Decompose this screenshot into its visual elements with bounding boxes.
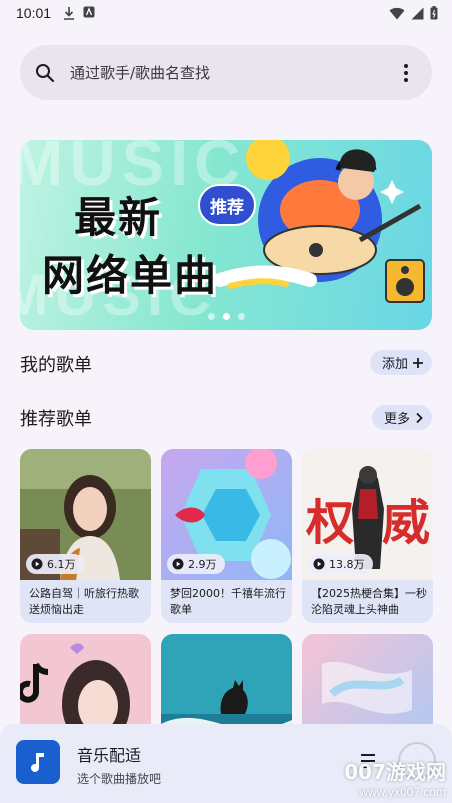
mini-player[interactable]: 音乐配适 选个歌曲播放吧 007游戏网 www.yx007.com: [0, 724, 452, 803]
play-circle-icon: [313, 558, 325, 570]
player-title: 音乐配适: [77, 746, 142, 765]
status-time: 10:01: [16, 5, 52, 21]
play-count-badge: 2.9万: [167, 554, 225, 574]
svg-text:威: 威: [382, 495, 430, 551]
recommended-title: 推荐歌单: [20, 409, 92, 430]
play-circle-icon: [31, 558, 43, 570]
my-playlists-title: 我的歌单: [20, 355, 92, 376]
banner-pager: [20, 313, 432, 320]
site-watermark: 007游戏网 www.yx007.com: [344, 756, 446, 799]
play-count: 13.8万: [329, 558, 365, 571]
battery-icon: [430, 6, 438, 20]
app-notification-icon: [83, 6, 95, 18]
playlist-cover: [302, 634, 433, 734]
player-artwork: [16, 740, 60, 784]
plus-icon: [413, 357, 423, 368]
playlist-card[interactable]: 6.1万 公路自驾｜听旅行热歌送烦恼出走: [20, 449, 151, 623]
wifi-icon: [389, 7, 405, 19]
download-icon: [64, 7, 75, 20]
playlist-card[interactable]: [161, 634, 292, 734]
playlist-card[interactable]: [20, 634, 151, 734]
more-button-label: 更多: [383, 412, 410, 427]
playlist-caption: 公路自驾｜听旅行热歌送烦恼出走: [29, 587, 139, 616]
playlist-card[interactable]: 2.9万 梦回2000！千禧年流行歌单: [161, 449, 292, 623]
banner-title-line2: 网络单曲: [42, 251, 219, 300]
site-watermark-url: www.yx007.com: [359, 785, 446, 799]
search-bar[interactable]: 通过歌手/歌曲名查找: [20, 45, 432, 100]
playlist-card[interactable]: 权 威 13.8万 【2025热梗合集】一秒沦陷灵魂上头神曲: [302, 449, 433, 623]
promo-banner[interactable]: MUSIC MUSIC 最新 网络单曲 推荐: [20, 140, 432, 330]
play-count-badge: 6.1万: [26, 554, 84, 574]
pager-dot-active[interactable]: [222, 313, 230, 320]
search-icon: [36, 63, 55, 82]
pager-dot[interactable]: [237, 313, 245, 320]
search-input[interactable]: 通过歌手/歌曲名查找: [70, 62, 398, 83]
pager-dot[interactable]: [207, 313, 215, 320]
playlist-caption: 梦回2000！千禧年流行歌单: [170, 587, 286, 616]
site-watermark-name: 007游戏网: [344, 760, 446, 784]
banner-badge: 推荐: [198, 184, 256, 226]
svg-text:权: 权: [305, 495, 354, 551]
playlist-cover: [161, 634, 292, 734]
play-count: 2.9万: [188, 558, 217, 571]
add-playlist-button[interactable]: 添加: [369, 350, 432, 375]
more-vert-icon[interactable]: [398, 62, 414, 84]
chevron-right-icon: [416, 412, 423, 423]
playlist-cover: [20, 634, 151, 734]
add-button-label: 添加: [381, 357, 408, 372]
play-circle-icon: [172, 558, 184, 570]
music-note-icon: [31, 753, 44, 772]
playlist-caption: 【2025热梗合集】一秒沦陷灵魂上头神曲: [311, 587, 427, 616]
play-count: 6.1万: [47, 558, 76, 571]
play-count-badge: 13.8万: [308, 554, 373, 574]
status-bar: 10:01: [0, 0, 452, 26]
banner-title-line1: 最新: [74, 193, 163, 242]
more-button[interactable]: 更多: [371, 405, 432, 430]
signal-icon: [411, 7, 424, 19]
playlist-card[interactable]: [302, 634, 433, 734]
player-subtitle: 选个歌曲播放吧: [77, 772, 162, 786]
